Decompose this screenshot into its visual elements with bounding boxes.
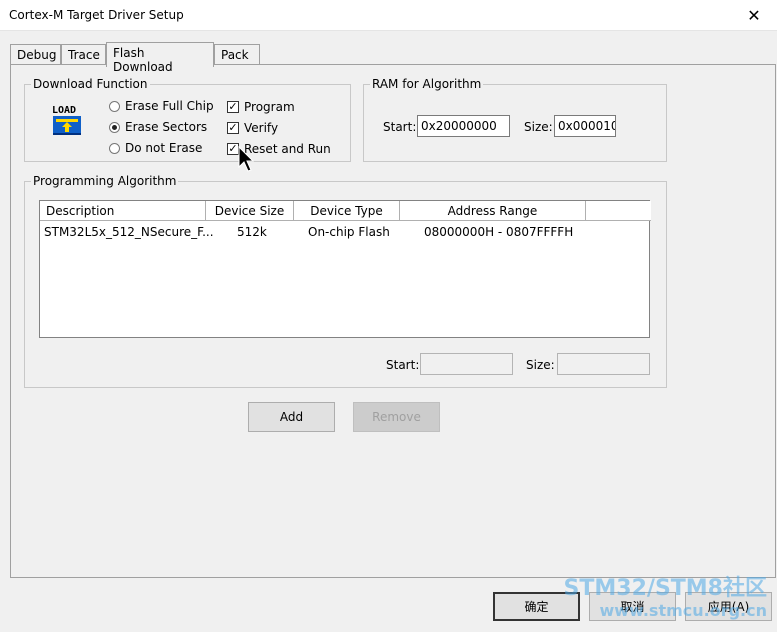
algorithm-start-input[interactable] — [420, 353, 513, 375]
radio-label: Erase Sectors — [125, 120, 208, 134]
checkbox-label: Program — [244, 100, 295, 114]
ram-size-input[interactable]: 0x0000100 — [554, 115, 616, 137]
ram-start-input[interactable]: 0x20000000 — [417, 115, 510, 137]
algorithm-size-input[interactable] — [557, 353, 650, 375]
cell-range: 08000000H - 0807FFFFH — [424, 225, 574, 239]
cell-type: On-chip Flash — [308, 225, 390, 239]
algorithm-list[interactable]: Description Device Size Device Type Addr… — [39, 200, 651, 338]
download-function-title: Download Function — [31, 77, 150, 91]
radio-do-not-erase[interactable]: Do not Erase — [109, 141, 202, 155]
tab-panel: Download Function LOAD Erase Full Chip E… — [10, 64, 776, 578]
add-button[interactable]: Add — [248, 402, 335, 432]
title-bar: Cortex-M Target Driver Setup ✕ — [0, 0, 777, 31]
radio-erase-full-chip[interactable]: Erase Full Chip — [109, 99, 214, 113]
download-function-group: Download Function LOAD Erase Full Chip E… — [24, 77, 351, 162]
checkbox-label: Verify — [244, 121, 279, 135]
cell-size: 512k — [237, 225, 267, 239]
load-icon: LOAD — [51, 103, 83, 137]
svg-text:LOAD: LOAD — [52, 105, 76, 116]
cell-description: STM32L5x_512_NSecure_F... — [44, 225, 214, 239]
checkbox-label: Reset and Run — [244, 142, 331, 156]
check-icon[interactable]: ✓ — [227, 122, 239, 134]
watermark-line1: STM32/STM8社区 — [563, 576, 767, 601]
column-filler — [586, 201, 651, 221]
window-title: Cortex-M Target Driver Setup — [9, 8, 184, 22]
column-device-size[interactable]: Device Size — [206, 201, 294, 221]
ram-for-algorithm-group: RAM for Algorithm Start: 0x20000000 Size… — [363, 77, 667, 162]
radio-erase-sectors[interactable]: Erase Sectors — [109, 120, 207, 134]
remove-button[interactable]: Remove — [353, 402, 440, 432]
watermark-line2: www.stmcu.org.cn — [599, 601, 767, 620]
algorithm-size-label: Size: — [526, 358, 555, 372]
tab-debug[interactable]: Debug — [10, 44, 61, 66]
watermark: STM32/STM8社区 www.stmcu.org.cn — [564, 578, 767, 622]
checkbox-program[interactable]: ✓ Program — [227, 100, 295, 114]
radio-indicator[interactable] — [109, 142, 120, 154]
table-row[interactable]: STM32L5x_512_NSecure_F... 512k On-chip F… — [40, 223, 649, 241]
tab-pack[interactable]: Pack — [214, 44, 260, 66]
algorithm-start-label: Start: — [386, 358, 420, 372]
radio-label: Do not Erase — [125, 141, 203, 155]
check-icon[interactable]: ✓ — [227, 101, 239, 113]
radio-indicator[interactable] — [109, 121, 120, 133]
ram-group-title: RAM for Algorithm — [370, 77, 484, 91]
algorithm-group-title: Programming Algorithm — [31, 174, 179, 188]
close-icon[interactable]: ✕ — [731, 0, 777, 31]
checkbox-verify[interactable]: ✓ Verify — [227, 121, 278, 135]
mouse-cursor — [238, 145, 255, 177]
list-header: Description Device Size Device Type Addr… — [40, 201, 651, 221]
radio-indicator[interactable] — [109, 100, 120, 112]
tab-trace[interactable]: Trace — [61, 44, 106, 66]
ram-start-label: Start: — [383, 120, 417, 134]
radio-label: Erase Full Chip — [125, 99, 214, 113]
ram-size-label: Size: — [524, 120, 553, 134]
programming-algorithm-group: Programming Algorithm Description Device… — [24, 174, 667, 388]
tab-flash-download[interactable]: Flash Download — [106, 42, 214, 74]
column-address-range[interactable]: Address Range — [400, 201, 586, 221]
column-description[interactable]: Description — [40, 201, 206, 221]
column-device-type[interactable]: Device Type — [294, 201, 400, 221]
